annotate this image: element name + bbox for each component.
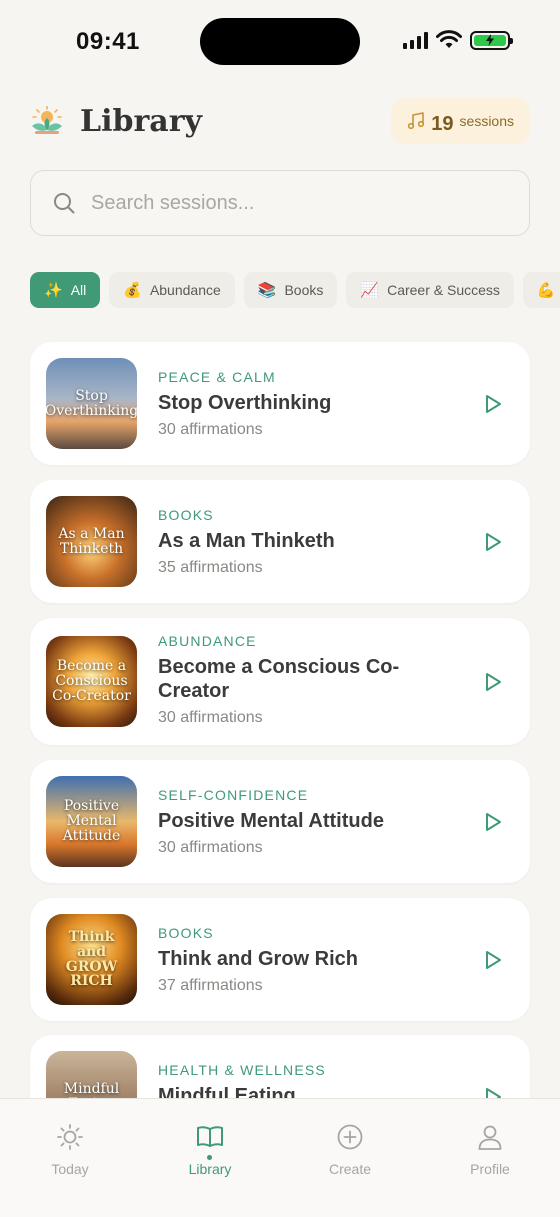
lotus-sunrise-logo-icon bbox=[32, 106, 62, 134]
category-chip-career-success[interactable]: 📈 Career & Success bbox=[346, 272, 514, 308]
session-card[interactable]: As a Man Thinketh BOOKS As a Man Thinket… bbox=[30, 480, 530, 603]
session-card[interactable]: Think and GROW RICH BOOKS Think and Grow… bbox=[30, 898, 530, 1021]
bottom-tab-bar: Today Library Create Profile bbox=[0, 1098, 560, 1217]
play-icon[interactable] bbox=[484, 672, 502, 692]
session-category: BOOKS bbox=[158, 925, 214, 941]
chip-label: Books bbox=[284, 282, 324, 298]
chip-label: Abundance bbox=[149, 282, 221, 298]
tab-label: Library bbox=[188, 1161, 232, 1177]
tab-profile[interactable]: Profile bbox=[445, 1123, 535, 1177]
session-affirmation-count: 30 affirmations bbox=[158, 421, 263, 438]
status-icons bbox=[403, 30, 513, 50]
status-bar: 09:41 bbox=[0, 0, 560, 84]
tab-label: Today bbox=[51, 1161, 89, 1177]
search-input[interactable] bbox=[91, 191, 491, 215]
search-box[interactable] bbox=[30, 170, 530, 236]
session-category: SELF-CONFIDENCE bbox=[158, 787, 309, 803]
chip-label: Career & Success bbox=[387, 282, 500, 298]
tab-library[interactable]: Library bbox=[165, 1123, 255, 1177]
plus-circle-icon bbox=[337, 1124, 363, 1150]
sessions-count-badge: 19 sessions bbox=[391, 98, 530, 144]
tab-create[interactable]: Create bbox=[305, 1123, 395, 1177]
session-affirmation-count: 30 affirmations bbox=[158, 709, 263, 726]
chip-label: All bbox=[70, 282, 87, 298]
session-affirmation-count: 30 affirmations bbox=[158, 839, 263, 856]
dynamic-island bbox=[200, 18, 360, 65]
book-icon bbox=[197, 1126, 223, 1147]
books-icon: 📚 bbox=[257, 282, 277, 299]
category-chip-abundance[interactable]: 💰 Abundance bbox=[109, 272, 235, 308]
session-title: As a Man Thinketh bbox=[158, 530, 335, 552]
session-title: Positive Mental Attitude bbox=[158, 810, 384, 832]
cellular-signal-icon bbox=[403, 31, 428, 49]
session-category: PEACE & CALM bbox=[158, 369, 276, 385]
session-affirmation-count: 35 affirmations bbox=[158, 559, 263, 576]
session-category: BOOKS bbox=[158, 507, 214, 523]
tab-label: Profile bbox=[470, 1161, 510, 1177]
session-title: Become a Conscious Co-Creator bbox=[158, 656, 400, 702]
session-title: Think and Grow Rich bbox=[158, 948, 359, 970]
page-title: Library bbox=[80, 104, 202, 139]
wifi-icon bbox=[436, 30, 462, 48]
play-icon[interactable] bbox=[484, 532, 502, 552]
user-icon bbox=[478, 1125, 502, 1150]
active-tab-indicator bbox=[207, 1155, 212, 1160]
session-thumbnail: Think and GROW RICH bbox=[46, 914, 137, 1005]
play-icon[interactable] bbox=[484, 812, 502, 832]
chart-up-icon: 📈 bbox=[360, 282, 380, 299]
session-card[interactable]: Stop Overthinking PEACE & CALM Stop Over… bbox=[30, 342, 530, 465]
category-chip-all[interactable]: ✨ All bbox=[30, 272, 101, 308]
tab-today[interactable]: Today bbox=[25, 1123, 115, 1177]
session-category: ABUNDANCE bbox=[158, 633, 257, 649]
category-chip-partial[interactable]: 💪 bbox=[522, 272, 560, 308]
play-icon[interactable] bbox=[484, 950, 502, 970]
session-affirmation-count: 37 affirmations bbox=[158, 977, 263, 994]
flexed-biceps-icon: 💪 bbox=[536, 282, 556, 299]
category-filter-bar: ✨ All 💰 Abundance 📚 Books 📈 Career & Suc… bbox=[30, 272, 560, 308]
session-thumbnail: Stop Overthinking bbox=[46, 358, 137, 449]
session-title: Stop Overthinking bbox=[158, 392, 332, 414]
tab-label: Create bbox=[328, 1161, 372, 1177]
session-category: HEALTH & WELLNESS bbox=[158, 1062, 326, 1078]
sessions-label: sessions bbox=[459, 113, 514, 129]
category-chip-books[interactable]: 📚 Books bbox=[243, 272, 338, 308]
music-note-icon bbox=[408, 112, 425, 130]
session-thumbnail: Positive Mental Attitude bbox=[46, 776, 137, 867]
sparkles-icon: ✨ bbox=[44, 282, 63, 299]
battery-charging-icon bbox=[470, 30, 513, 50]
header: Library 19 sessions bbox=[30, 98, 530, 148]
session-thumbnail: As a Man Thinketh bbox=[46, 496, 137, 587]
search-icon bbox=[54, 193, 75, 214]
sessions-count: 19 bbox=[431, 112, 454, 135]
session-card[interactable]: Become a Conscious Co-Creator ABUNDANCE … bbox=[30, 618, 530, 745]
status-time: 09:41 bbox=[76, 28, 140, 55]
sun-icon bbox=[57, 1124, 83, 1150]
session-card[interactable]: Positive Mental Attitude SELF-CONFIDENCE… bbox=[30, 760, 530, 883]
session-thumbnail: Become a Conscious Co-Creator bbox=[46, 636, 137, 727]
money-bag-icon: 💰 bbox=[123, 282, 142, 299]
play-icon[interactable] bbox=[484, 394, 502, 414]
